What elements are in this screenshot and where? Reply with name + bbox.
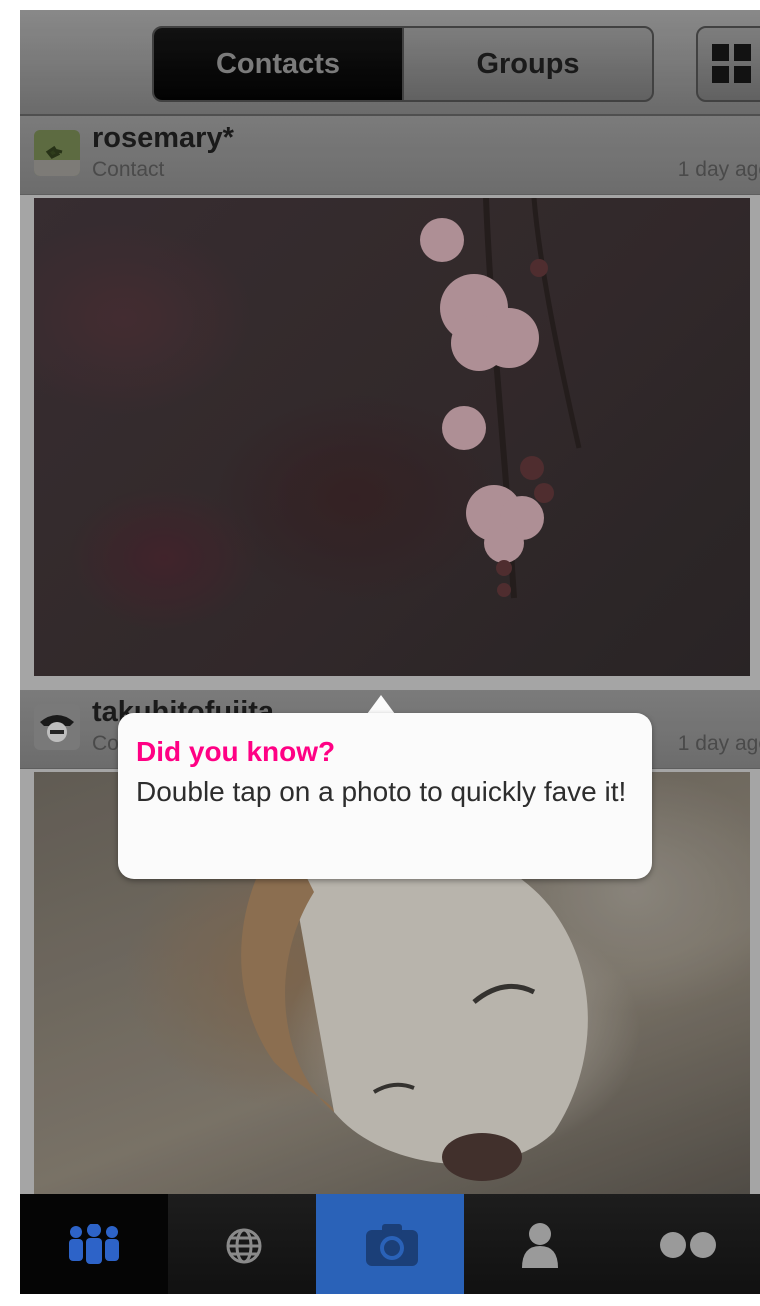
camera-icon <box>366 1224 418 1266</box>
tip-tooltip[interactable]: Did you know? Double tap on a photo to q… <box>118 713 652 879</box>
tab-explore[interactable] <box>168 1194 316 1294</box>
tab-camera[interactable] <box>316 1194 464 1294</box>
app-screen: Contacts Groups rosemary* Contact 1 day … <box>20 10 760 1294</box>
tab-more[interactable] <box>612 1194 760 1294</box>
tab-contacts-feed[interactable] <box>20 1194 168 1294</box>
contacts-people-icon <box>69 1224 119 1264</box>
globe-icon <box>226 1228 262 1264</box>
bottom-tab-bar <box>20 1194 760 1294</box>
tooltip-body: Double tap on a photo to quickly fave it… <box>136 776 627 807</box>
tab-profile[interactable] <box>464 1194 612 1294</box>
profile-person-icon <box>522 1223 558 1268</box>
dim-overlay <box>20 10 760 1294</box>
flickr-dots-icon <box>660 1232 716 1258</box>
tooltip-title: Did you know? <box>136 736 336 767</box>
tooltip-pointer <box>367 695 395 714</box>
